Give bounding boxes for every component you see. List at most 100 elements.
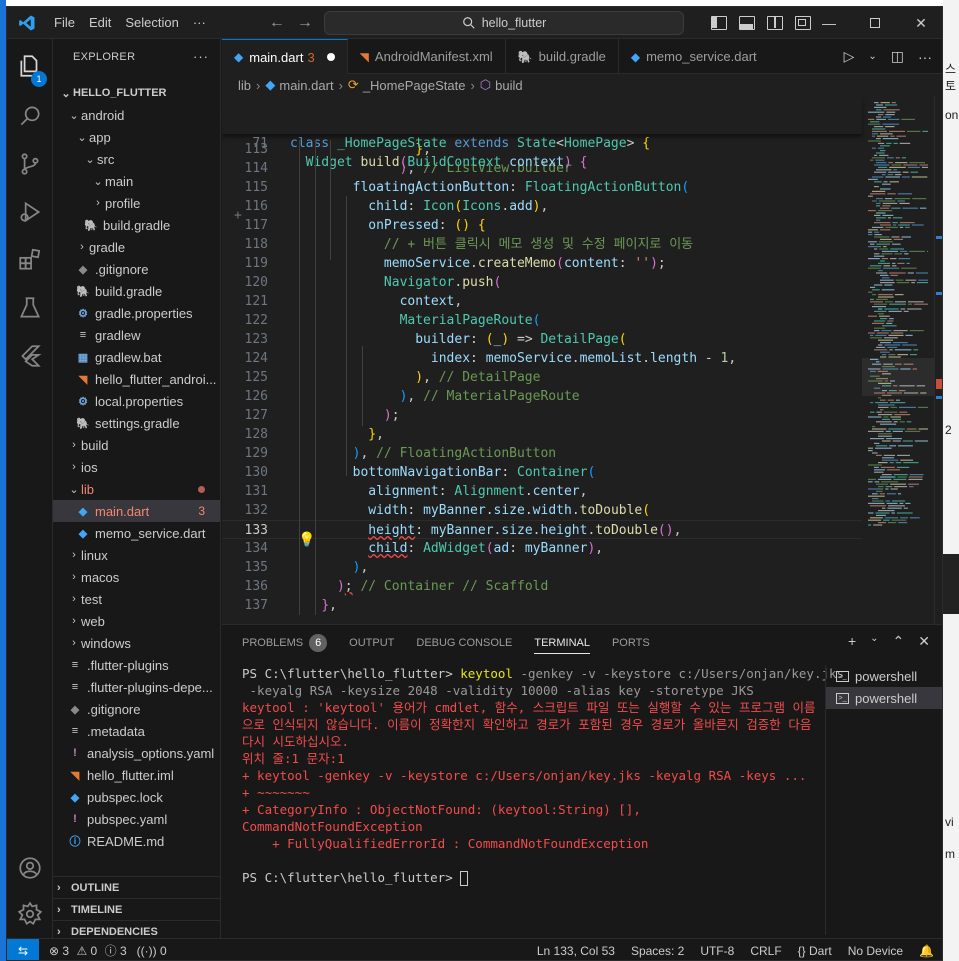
code-line[interactable]: 137 }, [222, 596, 862, 615]
tab-terminal[interactable]: TERMINAL [534, 625, 590, 660]
run-icon[interactable]: ▷ [844, 48, 855, 65]
minimize-button[interactable]: — [806, 7, 852, 39]
breadcrumb-file[interactable]: main.dart [279, 78, 333, 93]
cursor-position[interactable]: Ln 133, Col 53 [537, 944, 615, 958]
breadcrumb-folder[interactable]: lib [238, 78, 251, 93]
tab-debug-console[interactable]: DEBUG CONSOLE [416, 625, 512, 660]
menu-more[interactable]: ··· [186, 7, 213, 39]
dependencies-section[interactable]: › DEPENDENCIES [53, 920, 220, 938]
testing-icon[interactable] [7, 285, 53, 331]
toggle-secondary-sidebar-icon[interactable] [767, 16, 783, 30]
code-line[interactable]: 120 Navigator.push( [222, 273, 862, 292]
unsaved-dot-icon[interactable] [326, 53, 335, 61]
tree-item[interactable]: ! analysis_options.yaml [53, 742, 220, 764]
code-line[interactable]: 126 ), // MaterialPageRoute [222, 387, 862, 406]
breadcrumb-class[interactable]: _HomePageState [363, 78, 466, 93]
tree-item[interactable]: 🐘 settings.gradle [53, 412, 220, 434]
code-line[interactable]: 124 index: memoService.memoList.length -… [222, 349, 862, 368]
tab-main-dart[interactable]: ◆ main.dart 3 [222, 39, 348, 74]
code-line[interactable]: 125 ), // DetailPage [222, 368, 862, 387]
tree-item[interactable]: ◆ pubspec.lock [53, 786, 220, 808]
tree-item[interactable]: ≡ .flutter-plugins-depe... [53, 676, 220, 698]
toggle-primary-sidebar-icon[interactable] [711, 16, 727, 30]
sticky-scroll-line[interactable]: 71 Widget build(BuildContext context) { [222, 115, 862, 170]
tree-item[interactable]: 🐘 build.gradle [53, 214, 220, 236]
tree-item[interactable]: ⚙ local.properties [53, 390, 220, 412]
fold-plus-icon[interactable]: + [234, 208, 242, 223]
code-line[interactable]: 119 memoService.createMemo(content: ''); [222, 254, 862, 273]
sticky-scroll-line[interactable]: 48 class _HomePageState extends State<Ho… [222, 96, 862, 151]
tree-item[interactable]: ≡ .metadata [53, 720, 220, 742]
tree-item[interactable]: ⌄ lib [53, 478, 220, 500]
tree-item[interactable]: ⌄ app [53, 126, 220, 148]
menu-edit[interactable]: Edit [82, 7, 118, 39]
run-dropdown-icon[interactable]: ⌄ [868, 51, 876, 62]
flutter-icon[interactable] [7, 333, 53, 379]
run-debug-icon[interactable] [7, 189, 53, 235]
new-terminal-icon[interactable]: + [848, 633, 856, 650]
tree-item[interactable]: ◆ memo_service.dart [53, 522, 220, 544]
close-button[interactable]: ✕ [898, 7, 942, 39]
code-line[interactable]: 116 child: Icon(Icons.add), [222, 197, 862, 216]
explorer-more-actions[interactable]: ··· [193, 49, 209, 64]
tree-item[interactable]: ≡ .flutter-plugins [53, 654, 220, 676]
tab-ports[interactable]: PORTS [612, 625, 650, 660]
tree-item[interactable]: › gradle [53, 236, 220, 258]
project-root[interactable]: ⌄ HELLO_FLUTTER [53, 82, 220, 104]
editor-scrollbar[interactable] [934, 96, 942, 624]
code-line[interactable]: 135 ), [222, 558, 862, 577]
code-editor[interactable]: 113 },114 ), // ListView.builder115 floa… [222, 96, 942, 624]
tree-item[interactable]: ◆ .gitignore [53, 258, 220, 280]
tree-item[interactable]: ⚙ gradle.properties [53, 302, 220, 324]
tree-item[interactable]: › test [53, 588, 220, 610]
source-control-icon[interactable] [7, 141, 53, 187]
tree-item[interactable]: › linux [53, 544, 220, 566]
ports-status[interactable]: ((·)) 0 [137, 944, 167, 958]
tree-item[interactable]: 🐘 build.gradle [53, 280, 220, 302]
outline-section[interactable]: › OUTLINE [53, 876, 220, 898]
code-line[interactable]: 117 onPressed: () { [222, 216, 862, 235]
tree-item[interactable]: ◆ main.dart 3 [53, 500, 220, 522]
tab-problems[interactable]: PROBLEMS 6 [242, 625, 328, 660]
code-line[interactable]: 134 child: AdWidget(ad: myBanner), [222, 539, 862, 558]
code-line[interactable]: 115 floatingActionButton: FloatingAction… [222, 178, 862, 197]
line-ending[interactable]: CRLF [750, 944, 781, 958]
code-line[interactable]: 133 height: myBanner.size.height.toDoubl… [222, 520, 862, 539]
code-line[interactable]: 128 }, [222, 425, 862, 444]
code-line[interactable]: 136 ); // Container // Scaffold [222, 577, 862, 596]
extensions-icon[interactable] [7, 237, 53, 283]
tree-item[interactable]: ◆ .gitignore [53, 698, 220, 720]
code-line[interactable]: 131 alignment: Alignment.center, [222, 482, 862, 501]
code-line[interactable]: 129 ), // FloatingActionButton [222, 444, 862, 463]
toggle-panel-icon[interactable] [739, 16, 755, 30]
tree-item[interactable]: › windows [53, 632, 220, 654]
search-icon[interactable] [7, 93, 53, 139]
tree-item[interactable]: ◥ hello_flutter_androi... [53, 368, 220, 390]
notifications-bell-icon[interactable]: 🔔 [919, 944, 934, 958]
code-line[interactable]: 121 context, [222, 292, 862, 311]
tab-memo-service[interactable]: ◆ memo_service.dart [619, 39, 769, 74]
code-line[interactable]: 132 width: myBanner.size.width.toDouble( [222, 501, 862, 520]
remote-indicator-icon[interactable]: ⇆ [7, 938, 39, 960]
split-editor-icon[interactable]: ◫ [891, 48, 904, 65]
tree-item[interactable]: ! pubspec.yaml [53, 808, 220, 830]
language-mode[interactable]: {} Dart [798, 944, 832, 958]
tree-item[interactable]: ◥ hello_flutter.iml [53, 764, 220, 786]
tab-output[interactable]: OUTPUT [349, 625, 394, 660]
account-icon[interactable] [7, 845, 53, 891]
close-panel-icon[interactable]: ✕ [918, 633, 930, 650]
tree-item[interactable]: ⌄ android [53, 104, 220, 126]
tree-item[interactable]: › ios [53, 456, 220, 478]
settings-gear-icon[interactable] [7, 891, 53, 937]
flutter-device[interactable]: No Device [848, 944, 903, 958]
tree-item[interactable]: › profile [53, 192, 220, 214]
terminal-output[interactable]: PS C:\flutter\hello_flutter> keytool -ge… [242, 665, 844, 935]
tab-androidmanifest[interactable]: ◥ AndroidManifest.xml [348, 39, 506, 74]
lightbulb-icon[interactable]: 💡 [298, 532, 315, 548]
code-line[interactable]: 122 MaterialPageRoute( [222, 311, 862, 330]
file-encoding[interactable]: UTF-8 [700, 944, 734, 958]
tree-item[interactable]: ▦ gradlew.bat [53, 346, 220, 368]
terminal-dropdown-icon[interactable]: ⌄ [870, 633, 878, 650]
explorer-icon[interactable]: 1 [7, 43, 53, 89]
problems-status[interactable]: ⊗ 3 ⚠ 0 ⓘ 3 [49, 942, 127, 959]
